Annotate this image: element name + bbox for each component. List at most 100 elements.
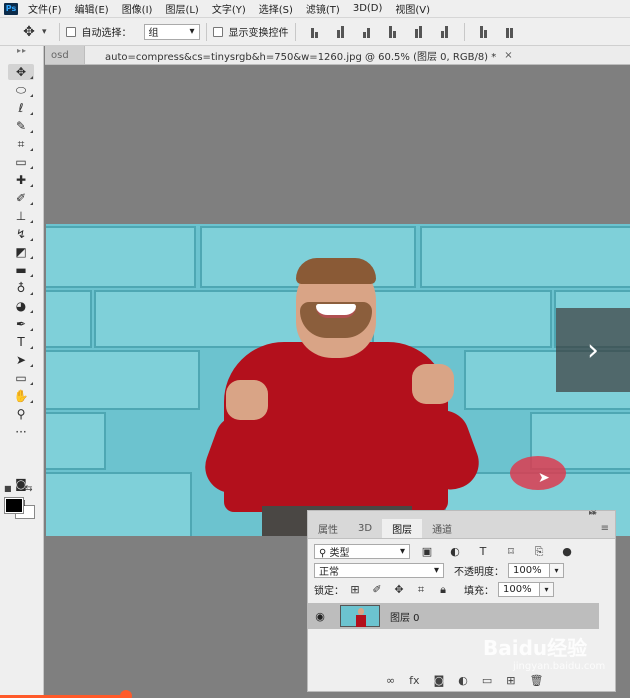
marquee-tool-icon[interactable]: ⬭ [8,82,34,98]
auto-select-label: 自动选择： [81,28,132,39]
blend-mode-dropdown[interactable]: 正常 ▾ [314,563,444,578]
show-transform-checkbox[interactable] [212,26,223,37]
clone-stamp-tool-icon[interactable]: ⊥ [8,208,34,224]
healing-brush-tool-icon[interactable]: ✚ [8,172,34,188]
new-adjustment-layer-icon[interactable]: ◐ [458,674,468,687]
lock-image-pixels-icon[interactable]: ✐ [366,583,388,596]
foreground-color-swatch[interactable] [4,497,24,514]
layer-thumbnail [340,605,380,627]
distribute-top-icon[interactable] [478,25,490,38]
auto-select-dropdown[interactable]: 组 ▾ [143,23,200,40]
tab-channels[interactable]: 通道 [422,519,462,538]
video-progress-knob[interactable] [120,690,132,698]
history-brush-tool-icon[interactable]: ↯ [8,226,34,242]
align-right-icon[interactable] [439,25,451,38]
tab-properties[interactable]: 属性 [308,519,348,538]
distribute-center-icon[interactable] [504,26,516,38]
type-layer-filter-icon[interactable]: T [472,545,494,558]
align-top-icon[interactable] [309,26,321,38]
fill-input[interactable]: 100% [498,582,540,597]
tab-previous-document[interactable]: osd [45,46,85,64]
fill-label: 填充： [464,586,494,597]
tools-panel: ▸▸ ✥ ⬭ ℓ ✎ ⌗ ▭ ✚ ✐ ⊥ ↯ ◩ ▬ ♁ ◕ ✒ T ➤ ▭ ✋… [0,46,44,698]
move-tool-preset-icon[interactable]: ✥ [18,21,40,43]
gradient-tool-icon[interactable]: ▬ [8,262,34,278]
layer-row[interactable]: ◉ 图层 0 [308,603,599,629]
panel-title-bar[interactable]: ▸▸ × [308,508,615,519]
trash-icon[interactable]: 🗑︎ [529,674,543,687]
crop-tool-icon[interactable]: ⌗ [8,136,34,152]
menu-layer[interactable]: 图层(L) [165,1,198,16]
auto-select-value: 组 [148,28,159,39]
chevron-down-icon[interactable]: ▾ [540,582,554,597]
dodge-tool-icon[interactable]: ◕ [8,298,34,314]
quick-select-tool-icon[interactable]: ✎ [8,118,34,134]
blur-tool-icon[interactable]: ♁ [8,280,34,296]
move-tool-icon[interactable]: ✥ [8,64,34,80]
person-fist-right [412,364,454,404]
more-tools-icon[interactable]: ··· [8,424,34,440]
layer-filter-value: 类型 [329,548,350,559]
align-left-icon[interactable] [387,25,399,38]
add-mask-icon[interactable]: ◙ [434,674,445,687]
new-layer-icon[interactable]: ⊞ [506,674,515,687]
rectangle-tool-icon[interactable]: ▭ [8,370,34,386]
close-icon[interactable]: × [504,50,512,61]
tab-3d[interactable]: 3D [348,519,382,538]
lock-all-icon[interactable]: 🔒︎ [432,583,454,597]
document-canvas[interactable]: ➤ [46,224,630,536]
layer-filter-dropdown[interactable]: ⚲ 类型 ▾ [314,544,410,559]
panel-menu-icon[interactable]: ≡ [601,523,609,534]
layer-name[interactable]: 图层 0 [390,609,420,624]
type-tool-icon[interactable]: T [8,334,34,350]
next-slide-button[interactable]: › [556,308,630,392]
adjustment-layer-filter-icon[interactable]: ◐ [444,545,466,558]
zoom-tool-icon[interactable]: ⚲ [8,406,34,422]
lock-transparent-pixels-icon[interactable]: ⊞ [344,583,366,596]
eyedropper-tool-icon[interactable]: ▭ [8,154,34,170]
smart-object-filter-icon[interactable]: ⎘ [528,545,550,559]
chevron-down-icon: ▾ [189,26,195,37]
link-layers-icon[interactable]: ∞ [386,674,395,687]
menu-filter[interactable]: 滤镜(T) [306,1,340,16]
watermark-subtext: jingyan.baidu.com [513,661,606,672]
show-transform-label: 显示变换控件 [228,28,289,39]
menu-view[interactable]: 视图(V) [395,1,430,16]
menu-image[interactable]: 图像(I) [122,1,153,16]
eraser-tool-icon[interactable]: ◩ [8,244,34,260]
tab-current-document[interactable]: auto=compress&cs=tinysrgb&h=750&w=1260.j… [85,46,630,64]
layer-style-icon[interactable]: fx [409,674,419,687]
brush-tool-icon[interactable]: ✐ [8,190,34,206]
chevron-down-icon[interactable]: ▾ [42,27,47,37]
chevron-down-icon[interactable]: ▾ [550,563,564,578]
search-icon: ⚲ [319,548,330,559]
menu-file[interactable]: 文件(F) [28,1,62,16]
auto-select-checkbox[interactable] [65,26,76,37]
menu-type[interactable]: 文字(Y) [212,1,246,16]
new-group-icon[interactable]: ▭ [482,674,492,687]
eye-icon[interactable]: ◉ [308,610,332,623]
lock-artboard-icon[interactable]: ⌗ [410,583,432,597]
pen-tool-icon[interactable]: ✒ [8,316,34,332]
align-horizontal-center-icon[interactable] [413,25,425,38]
close-icon[interactable]: × [590,508,597,517]
align-vertical-center-icon[interactable] [335,25,347,38]
tab-layers[interactable]: 图层 [382,519,423,538]
align-bottom-icon[interactable] [361,26,373,38]
menu-edit[interactable]: 编辑(E) [75,1,109,16]
quick-mask-icon[interactable]: ◙ [8,476,34,492]
shape-layer-filter-icon[interactable]: ⌑ [500,545,522,558]
lasso-tool-icon[interactable]: ℓ [8,100,34,116]
document-tab-bar: osd auto=compress&cs=tinysrgb&h=750&w=12… [45,46,630,65]
hand-tool-icon[interactable]: ✋ [8,388,34,404]
lock-position-icon[interactable]: ✥ [388,583,410,596]
path-select-tool-icon[interactable]: ➤ [8,352,34,368]
menu-select[interactable]: 选择(S) [259,1,293,16]
video-progress-bar[interactable] [0,690,630,698]
opacity-label: 不透明度： [454,567,504,578]
pixel-layer-filter-icon[interactable]: ▣ [416,545,438,558]
menu-3d[interactable]: 3D(D) [353,3,383,14]
opacity-input[interactable]: 100% [508,563,550,578]
toolbar-grip[interactable]: ▸▸ [0,46,44,58]
filter-toggle-icon[interactable]: ● [556,545,578,558]
